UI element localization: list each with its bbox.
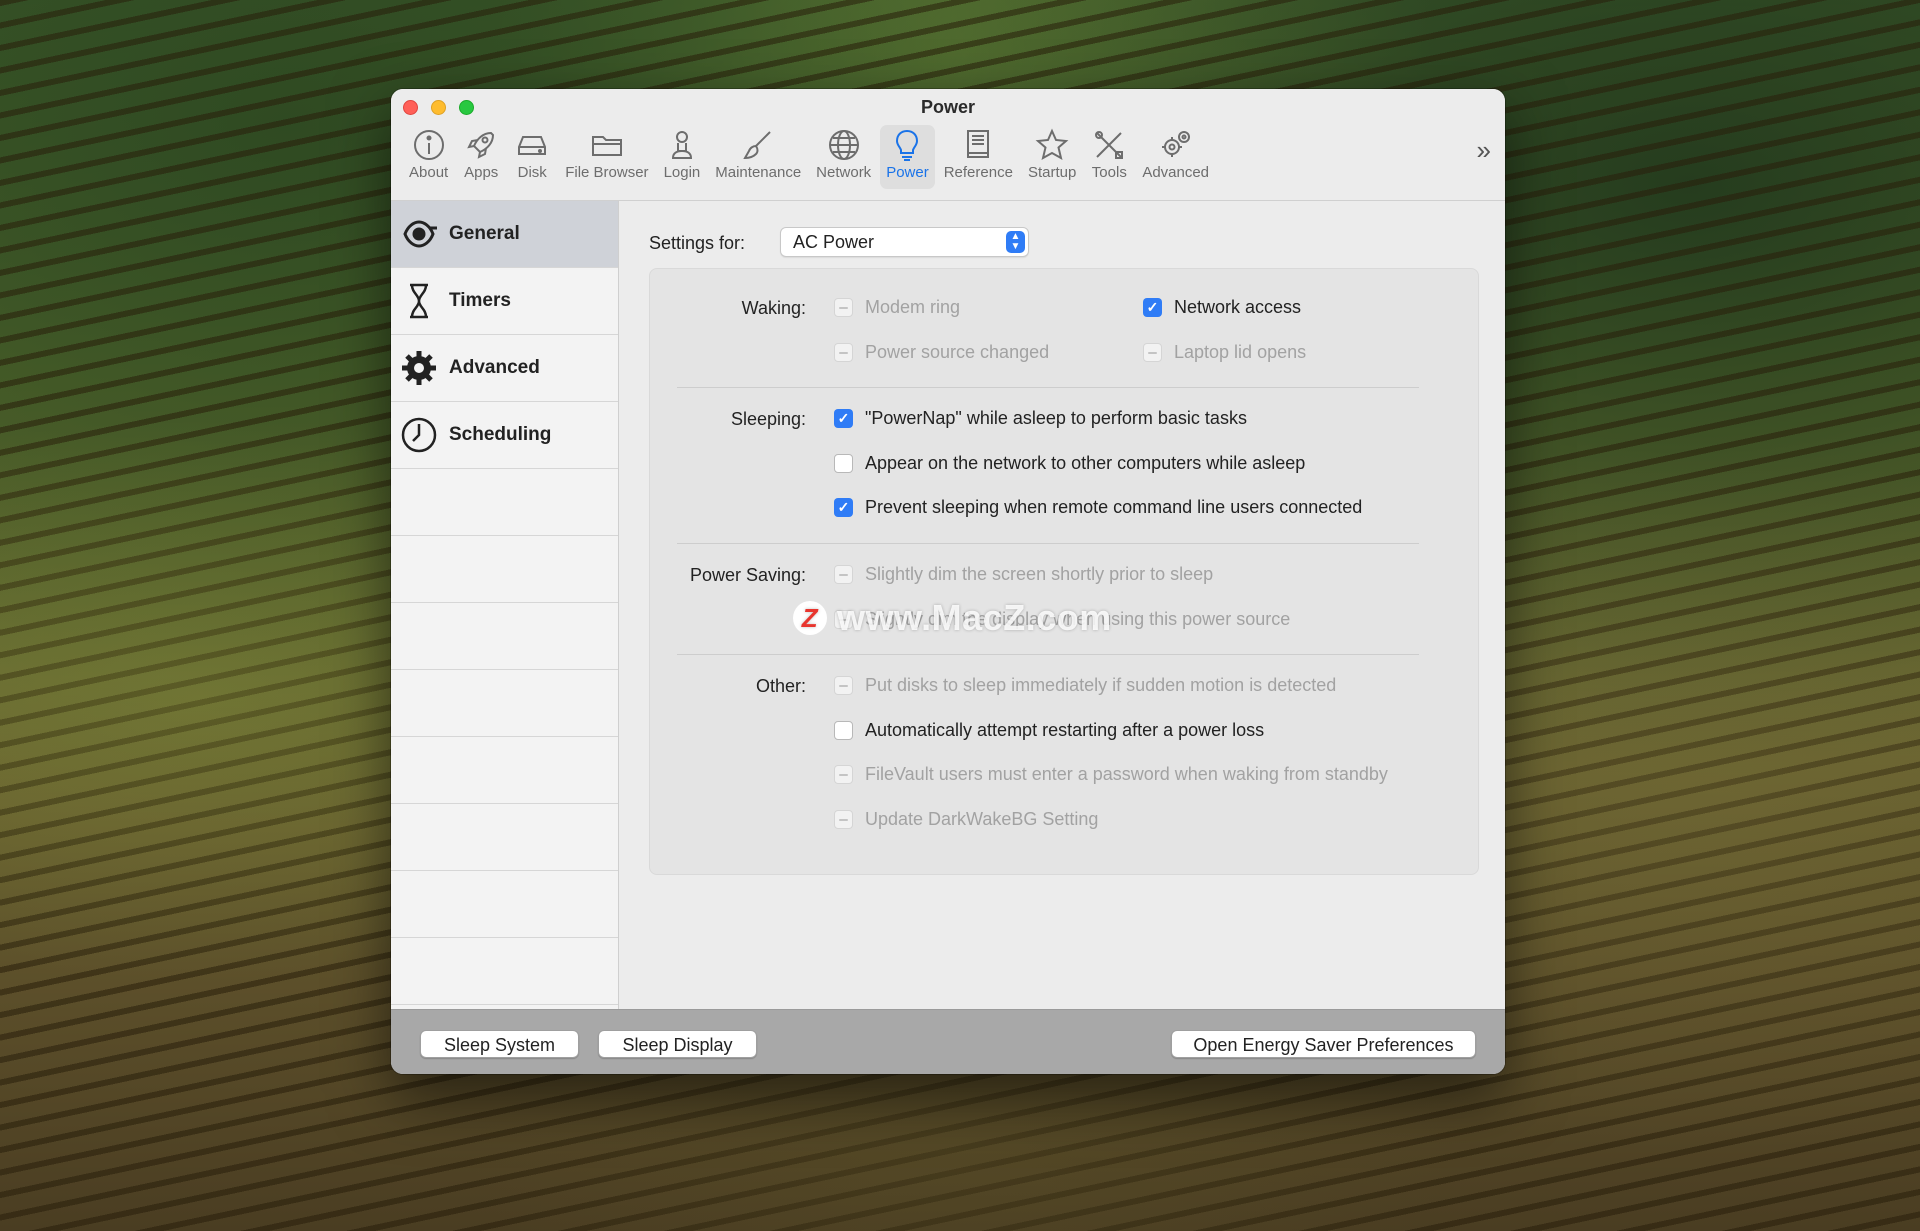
bottom-bar: Sleep System Sleep Display Open Energy S… (391, 1009, 1505, 1074)
lightbulb-icon (896, 129, 919, 161)
globe-icon (828, 130, 859, 160)
prevent-sleeping-option[interactable]: ✓ Prevent sleeping when remote command li… (834, 497, 1362, 518)
general-icon (403, 220, 437, 248)
divider (677, 654, 1419, 655)
toolbar-maintenance[interactable]: Maintenance (709, 125, 807, 189)
sidebar-empty-row (391, 603, 618, 670)
toolbar-reference[interactable]: Reference (938, 125, 1019, 189)
network-access-checkbox[interactable]: ✓ (1143, 298, 1162, 317)
power-saving-label: Power Saving: (689, 565, 806, 585)
laptop-lid-opens-checkbox (1143, 343, 1162, 362)
filevault-option: FileVault users must enter a password wh… (834, 764, 1388, 785)
sidebar-item-timers[interactable]: Timers (391, 268, 618, 335)
divider (677, 543, 1419, 544)
watermark: Z www.MacZ.com (793, 597, 1112, 639)
network-access-option[interactable]: ✓ Network access (1143, 297, 1301, 318)
toolbar-power[interactable]: Power (880, 125, 935, 189)
folder-icon (591, 136, 622, 156)
waking-label: Waking: (741, 298, 806, 318)
toolbar-apps[interactable]: Apps (457, 125, 505, 189)
sidebar-item-scheduling[interactable]: Scheduling (391, 402, 618, 469)
sidebar-item-advanced[interactable]: Advanced (391, 335, 618, 402)
info-icon (413, 130, 444, 160)
sidebar-empty-row (391, 536, 618, 603)
sidebar-empty-row (391, 871, 618, 938)
gear-icon (402, 351, 436, 385)
popup-arrows-icon: ▲ ▼ (1006, 231, 1025, 253)
sidebar-empty-row (391, 804, 618, 871)
rocket-icon (467, 131, 495, 159)
modem-ring-option: Modem ring (834, 297, 960, 318)
sidebar-empty-row (391, 670, 618, 737)
tools-icon (1095, 131, 1124, 159)
toolbar-network[interactable]: Network (810, 125, 877, 189)
powernap-checkbox[interactable]: ✓ (834, 409, 853, 428)
person-icon (671, 131, 692, 159)
toolbar-startup[interactable]: Startup (1022, 125, 1082, 189)
settings-for-label: Settings for: (649, 233, 746, 253)
dim-screen-checkbox (834, 565, 853, 584)
sudden-motion-checkbox (834, 676, 853, 695)
sidebar-item-general[interactable]: General (391, 201, 618, 268)
watermark-logo: Z (793, 601, 827, 635)
laptop-lid-opens-option: Laptop lid opens (1143, 342, 1306, 363)
auto-restart-checkbox[interactable] (834, 721, 853, 740)
sidebar-empty-row (391, 737, 618, 804)
brush-icon (743, 131, 771, 160)
toolbar-advanced[interactable]: Advanced (1136, 125, 1215, 189)
star-icon (1035, 128, 1069, 160)
sidebar: General Timers Advanced Scheduling (391, 201, 619, 1009)
toolbar: About Apps Disk File Browser Login Maint… (403, 125, 1218, 197)
watermark-text: www.MacZ.com (837, 597, 1112, 638)
power-source-changed-checkbox (834, 343, 853, 362)
toolbar-disk[interactable]: Disk (508, 125, 556, 189)
chevron-double-right-icon[interactable]: » (1477, 135, 1491, 166)
powernap-option[interactable]: ✓ "PowerNap" while asleep to perform basi… (834, 408, 1247, 429)
settings-box: Waking: Modem ring ✓ Network access Power… (649, 268, 1479, 875)
open-energy-saver-button[interactable]: Open Energy Saver Preferences (1171, 1030, 1476, 1058)
darkwakebg-option: Update DarkWakeBG Setting (834, 809, 1098, 830)
power-window: Power About Apps Disk File Browser Login (391, 89, 1505, 1074)
darkwakebg-checkbox (834, 810, 853, 829)
book-icon (967, 130, 990, 158)
disk-icon (518, 136, 547, 155)
prevent-sleeping-checkbox[interactable]: ✓ (834, 498, 853, 517)
sleep-display-button[interactable]: Sleep Display (598, 1030, 757, 1058)
sleep-system-button[interactable]: Sleep System (420, 1030, 579, 1058)
sidebar-empty-row (391, 938, 618, 1005)
title-bar: Power About Apps Disk File Browser Login (391, 89, 1505, 201)
toolbar-login[interactable]: Login (658, 125, 707, 189)
filevault-checkbox (834, 765, 853, 784)
appear-on-network-option[interactable]: Appear on the network to other computers… (834, 453, 1305, 474)
sudden-motion-option: Put disks to sleep immediately if sudden… (834, 675, 1336, 696)
power-source-changed-option: Power source changed (834, 342, 1049, 363)
auto-restart-option[interactable]: Automatically attempt restarting after a… (834, 720, 1264, 741)
power-source-popup[interactable]: AC Power ▲ ▼ (780, 227, 1029, 257)
sleeping-label: Sleeping: (730, 409, 806, 429)
toolbar-about[interactable]: About (403, 125, 454, 189)
toolbar-file-browser[interactable]: File Browser (559, 125, 654, 189)
modem-ring-checkbox (834, 298, 853, 317)
sidebar-empty-row (391, 469, 618, 536)
power-source-value: AC Power (793, 232, 875, 252)
clock-icon (401, 417, 437, 453)
appear-on-network-checkbox[interactable] (834, 454, 853, 473)
divider (677, 387, 1419, 388)
window-title: Power (920, 97, 976, 117)
hourglass-icon (410, 283, 428, 319)
toolbar-tools[interactable]: Tools (1085, 125, 1133, 189)
gears-icon (1161, 131, 1190, 157)
other-label: Other: (755, 676, 806, 696)
dim-screen-option: Slightly dim the screen shortly prior to… (834, 564, 1213, 585)
